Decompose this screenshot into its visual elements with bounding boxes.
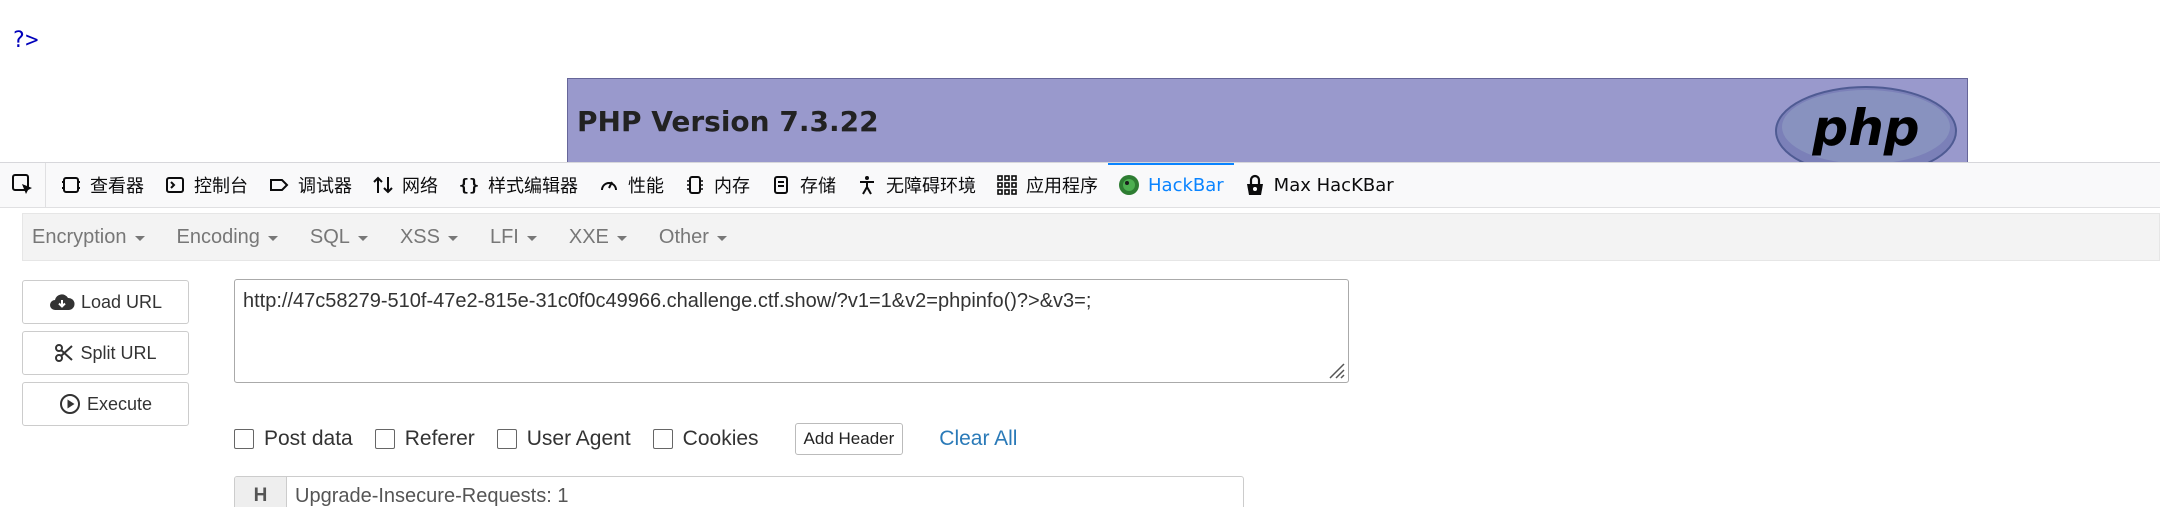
network-icon (372, 174, 394, 196)
devtools-tab-bar: 查看器 控制台 调试器 网络 {} 样式编辑器 性能 内存 存储 无障碍环境 应用程序 HackBar… (0, 162, 2160, 208)
tab-label: 内存 (714, 176, 750, 197)
menu-label: XXE (568, 225, 609, 248)
menu-label: Other (658, 225, 709, 248)
tab-label: 调试器 (298, 176, 352, 197)
checkbox-box[interactable] (652, 429, 673, 449)
max-hackbar-icon (1244, 174, 1266, 196)
tab-hackbar[interactable]: HackBar (1108, 163, 1234, 207)
caret-down-icon (526, 235, 537, 241)
menu-label: LFI (489, 225, 519, 248)
resize-grip-icon[interactable] (1326, 360, 1346, 380)
referer-checkbox[interactable]: Referer (374, 427, 475, 451)
tab-console[interactable]: 控制台 (154, 163, 258, 207)
checkbox-box[interactable] (374, 429, 395, 449)
caret-down-icon (134, 235, 145, 241)
tab-accessibility[interactable]: 无障碍环境 (846, 163, 986, 207)
menu-label: SQL (309, 225, 350, 248)
header-tag: H (235, 477, 287, 507)
add-header-button[interactable]: Add Header (794, 423, 904, 455)
menu-other[interactable]: Other (659, 226, 727, 249)
devtools-tabs: 查看器 控制台 调试器 网络 {} 样式编辑器 性能 内存 存储 无障碍环境 应用程序 HackBar… (46, 163, 1404, 207)
page-content: ?> PHP Version 7.3.22 php (0, 0, 2160, 162)
inspector-icon (60, 174, 82, 196)
tab-max-hackbar[interactable]: Max HacKBar (1234, 163, 1404, 207)
console-icon (164, 174, 186, 196)
element-picker-button[interactable] (0, 163, 46, 207)
tab-inspector[interactable]: 查看器 (50, 163, 154, 207)
load-url-button[interactable]: Load URL (22, 280, 189, 324)
caret-down-icon (267, 235, 278, 241)
menu-lfi[interactable]: LFI (490, 226, 537, 249)
tab-storage[interactable]: 存储 (760, 163, 846, 207)
tab-network[interactable]: 网络 (362, 163, 448, 207)
caret-down-icon (616, 235, 627, 241)
accessibility-icon (856, 174, 878, 196)
tab-label: 控制台 (194, 176, 248, 197)
php-logo-text: php (1811, 99, 1919, 157)
hackbar-icon (1118, 174, 1140, 196)
tab-label: 查看器 (90, 176, 144, 197)
tab-label: HackBar (1148, 174, 1224, 196)
url-textarea[interactable]: http://47c58279-510f-47e2-815e-31c0f0c49… (234, 279, 1349, 383)
caret-down-icon (716, 235, 727, 241)
memory-icon (684, 174, 706, 196)
tab-application[interactable]: 应用程序 (986, 163, 1108, 207)
php-version-title: PHP Version 7.3.22 (577, 105, 879, 138)
user-agent-checkbox[interactable]: User Agent (496, 427, 631, 451)
application-icon (996, 174, 1018, 196)
debugger-icon (268, 174, 290, 196)
cookies-label: Cookies (682, 427, 759, 450)
menu-encoding[interactable]: Encoding (177, 226, 278, 249)
checkbox-box[interactable] (496, 429, 517, 449)
header-value-input[interactable]: Upgrade-Insecure-Requests: 1 (287, 477, 568, 507)
tab-label: 存储 (800, 176, 836, 197)
element-picker-icon (11, 174, 32, 194)
tab-label: 样式编辑器 (488, 176, 578, 197)
php-info-header: PHP Version 7.3.22 php (567, 78, 1968, 162)
tab-label: 性能 (628, 176, 664, 197)
tab-label: 网络 (402, 176, 438, 197)
php-closing-tag: ?> (12, 28, 39, 53)
tab-performance[interactable]: 性能 (588, 163, 674, 207)
split-url-button[interactable]: Split URL (22, 331, 189, 375)
menu-label: Encoding (176, 225, 260, 248)
tab-debugger[interactable]: 调试器 (258, 163, 362, 207)
request-options: Post data Referer User Agent Cookies Add… (234, 422, 1017, 456)
tab-label: 无障碍环境 (886, 176, 976, 197)
tab-memory[interactable]: 内存 (674, 163, 760, 207)
post-data-checkbox[interactable]: Post data (234, 427, 353, 451)
load-url-label: Load URL (80, 291, 163, 312)
menu-label: Encryption (32, 225, 127, 248)
checkbox-box[interactable] (234, 429, 254, 449)
menu-label: XSS (399, 225, 440, 248)
cookies-checkbox[interactable]: Cookies (652, 427, 759, 451)
clear-all-link[interactable]: Clear All (939, 427, 1017, 451)
hackbar-menu: Encryption Encoding SQL XSS LFI XXE Other (22, 213, 2160, 261)
referer-label: Referer (404, 427, 475, 450)
menu-xxe[interactable]: XXE (569, 226, 627, 249)
scissors-icon (55, 344, 74, 362)
php-logo-icon: php (1775, 86, 1957, 162)
svg-text:{}: {} (459, 176, 479, 195)
caret-down-icon (447, 235, 458, 241)
storage-icon (770, 174, 792, 196)
tab-label: 应用程序 (1026, 176, 1098, 197)
performance-icon (598, 174, 620, 196)
url-text: http://47c58279-510f-47e2-815e-31c0f0c49… (243, 290, 1092, 312)
menu-sql[interactable]: SQL (310, 226, 368, 249)
cloud-download-icon (49, 294, 75, 310)
tab-label: Max HacKBar (1273, 174, 1394, 196)
post-data-label: Post data (264, 427, 353, 450)
execute-button[interactable]: Execute (22, 382, 189, 426)
menu-xss[interactable]: XSS (400, 226, 458, 249)
header-entry: H Upgrade-Insecure-Requests: 1 (234, 476, 1244, 507)
user-agent-label: User Agent (526, 427, 631, 450)
play-circle-icon (59, 394, 80, 414)
split-url-label: Split URL (80, 342, 157, 363)
menu-encryption[interactable]: Encryption (32, 226, 145, 249)
execute-label: Execute (86, 393, 153, 414)
tab-style-editor[interactable]: {} 样式编辑器 (448, 163, 588, 207)
caret-down-icon (357, 235, 368, 241)
style-editor-icon: {} (458, 174, 480, 196)
